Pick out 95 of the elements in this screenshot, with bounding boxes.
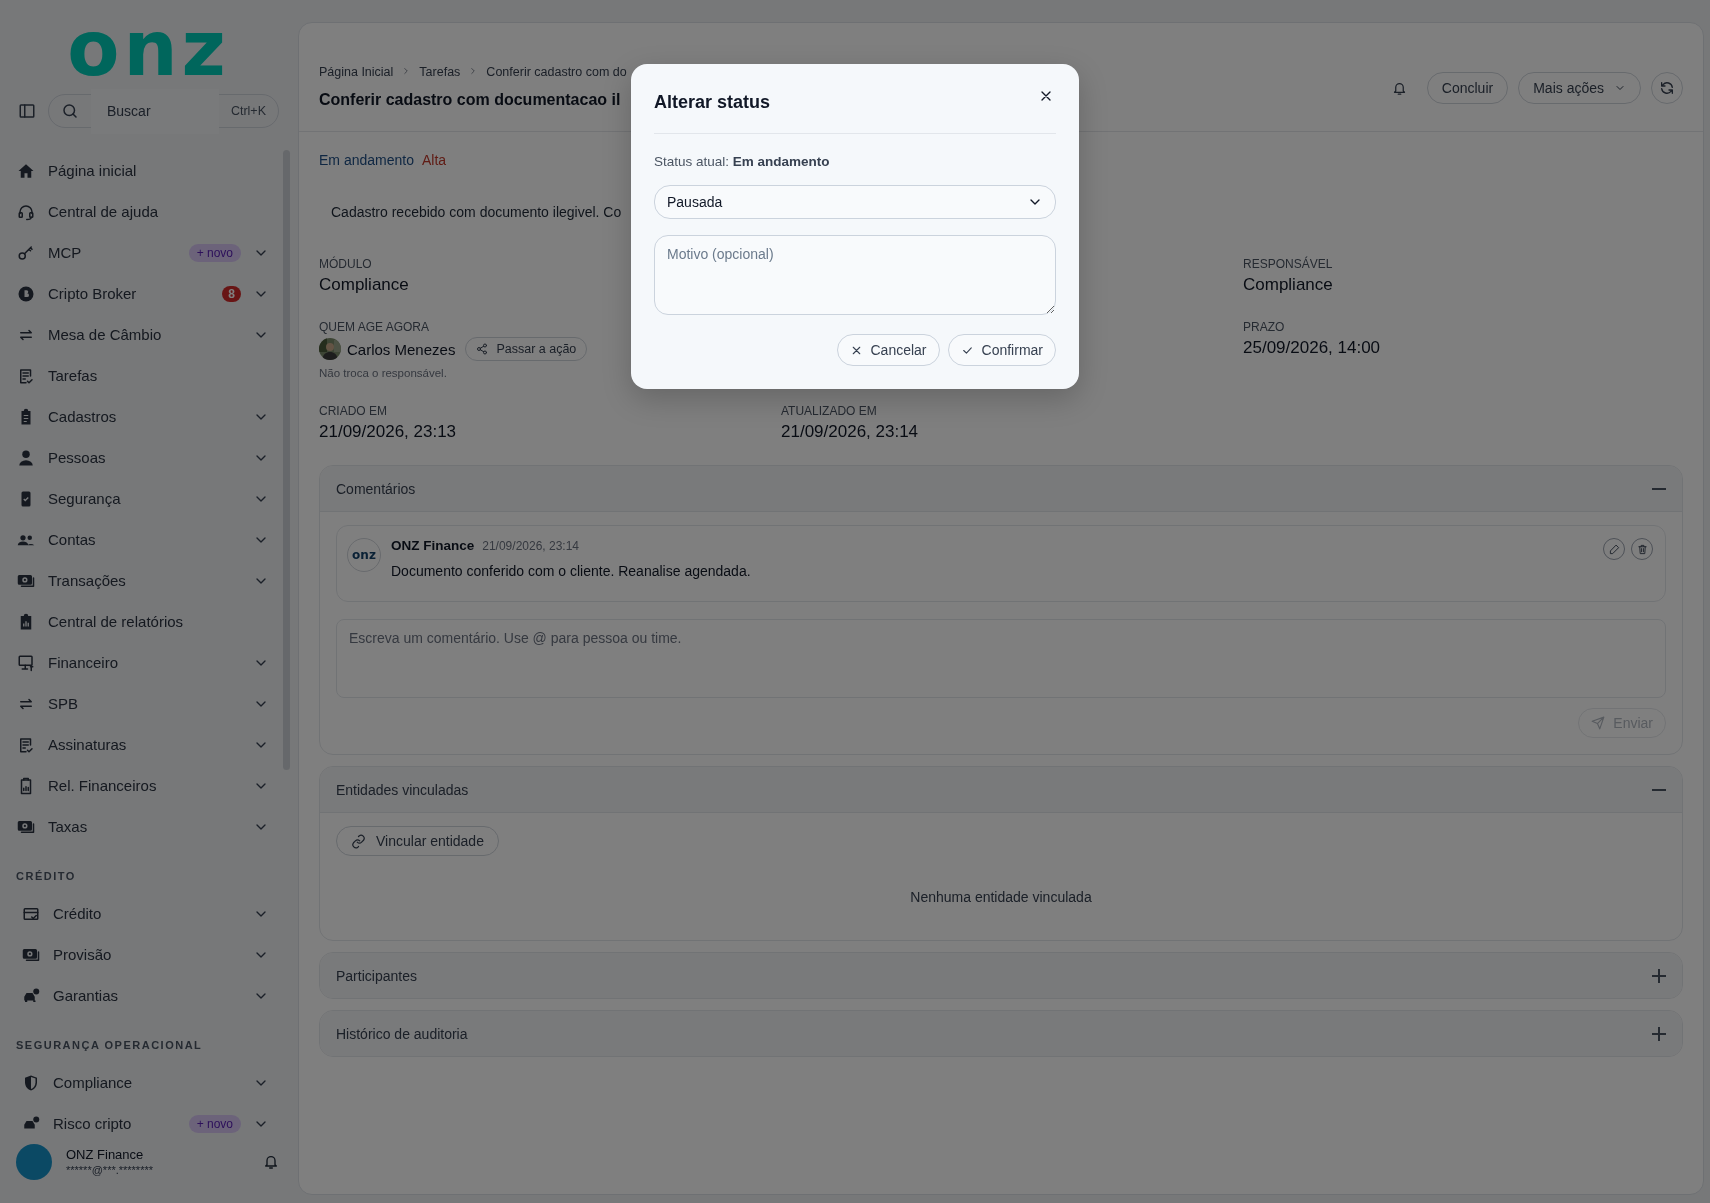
- field-value: 25/09/2026, 14:00: [1243, 338, 1381, 358]
- nav-item[interactable]: Transações: [0, 560, 279, 601]
- status-select[interactable]: Pausada: [654, 185, 1056, 219]
- field-value: Compliance: [319, 275, 409, 295]
- task-description: Cadastro recebido com documento ilegivel. Co: [331, 204, 622, 220]
- key-icon: [17, 243, 35, 262]
- nav-item[interactable]: Assinaturas: [0, 724, 279, 765]
- pass-action-button[interactable]: Passar a ação: [465, 337, 588, 361]
- user-avatar: [16, 1143, 52, 1180]
- panel-header[interactable]: Entidades vinculadas: [320, 767, 1682, 812]
- field-label: RESPONSÁVEL: [1243, 257, 1333, 271]
- refresh-button[interactable]: [1651, 72, 1683, 104]
- comment-author: ONZ Finance: [391, 538, 475, 553]
- breadcrumb-link[interactable]: Página Inicial: [319, 65, 394, 79]
- priority-label: Alta: [421, 152, 447, 168]
- field-label: QUEM AGE AGORA: [319, 320, 430, 334]
- field-label: CRIADO EM: [319, 404, 387, 418]
- nav-item[interactable]: Cadastros: [0, 396, 279, 437]
- search-icon: [61, 102, 79, 120]
- comment-text: Documento conferido com o cliente. Reanalise agendada.: [391, 563, 752, 579]
- panel-header[interactable]: Participantes: [320, 953, 1682, 998]
- edit-button[interactable]: [1603, 538, 1625, 560]
- panel-header[interactable]: Histórico de auditoria: [320, 1011, 1682, 1056]
- nav-item[interactable]: Compliance: [0, 1062, 279, 1103]
- person-name: Carlos Menezes: [347, 340, 456, 358]
- bell-icon: [263, 1153, 279, 1170]
- field-value: 21/09/2026, 23:13: [319, 422, 457, 442]
- empty-message: Nenhuma entidade vinculada: [910, 889, 1092, 905]
- page-title: Conferir cadastro com documentacao il: [319, 91, 621, 109]
- person-icon: [17, 448, 35, 467]
- more-actions-button[interactable]: Mais ações: [1518, 72, 1641, 104]
- count-badge: 8: [222, 285, 241, 302]
- nav-item[interactable]: Taxas: [0, 806, 279, 847]
- breadcrumb-link[interactable]: Tarefas: [419, 65, 461, 79]
- section-heading: SEGURANÇA OPERACIONAL: [16, 1038, 204, 1053]
- comment-field[interactable]: Escreva um comentário. Use @ para pessoa ou time.: [336, 619, 1666, 698]
- field-note: Não troca o responsável.: [319, 367, 447, 379]
- minus-icon: [1652, 487, 1666, 490]
- confirm-button[interactable]: Confirmar: [947, 334, 1056, 366]
- current-status: Status atual: Em andamento: [654, 154, 831, 169]
- nav-item[interactable]: Mesa de Câmbio: [0, 314, 279, 355]
- new-badge: + novo: [188, 243, 241, 262]
- trash-icon: [1636, 543, 1648, 555]
- status-label: Em andamento: [319, 152, 414, 168]
- nav-item[interactable]: Risco cripto + novo: [0, 1103, 279, 1142]
- field-value: Compliance: [1243, 275, 1333, 295]
- nav-item[interactable]: Rel. Financeiros: [0, 765, 279, 806]
- link-icon: [351, 833, 366, 849]
- coin-icon: [17, 284, 35, 303]
- nav-item[interactable]: Central de relatórios: [0, 601, 279, 642]
- field-label: PRAZO: [1243, 320, 1285, 334]
- user-name: ONZ Finance: [66, 1147, 145, 1162]
- nav-item[interactable]: Contas: [0, 519, 279, 560]
- refresh-icon: [1659, 80, 1675, 96]
- nav-item[interactable]: MCP + novo: [0, 232, 279, 273]
- monitor-icon: [17, 653, 35, 672]
- reason-field[interactable]: Motivo (opcional): [654, 235, 1056, 315]
- dialog-title: Alterar status: [654, 91, 772, 113]
- minus-icon: [1652, 788, 1666, 791]
- nav-item[interactable]: Segurança: [0, 478, 279, 519]
- nav-item[interactable]: Central de ajuda: [0, 191, 279, 232]
- bell-icon: [1391, 80, 1407, 96]
- share-icon: [476, 343, 489, 355]
- logo: onz: [67, 22, 230, 76]
- field-label: ATUALIZADO EM: [781, 404, 877, 418]
- field-label: MÓDULO: [319, 257, 372, 271]
- sidebar-toggle-icon: [18, 102, 36, 120]
- comment-time: 21/09/2026, 23:14: [482, 539, 580, 553]
- field-value: 21/09/2026, 23:14: [781, 422, 919, 442]
- headset-icon: [17, 202, 35, 221]
- nav-item[interactable]: Pessoas: [0, 437, 279, 478]
- new-badge: + novo: [188, 1114, 241, 1133]
- link-entity-button[interactable]: Vincular entidade: [336, 826, 499, 856]
- plus-icon: [1652, 968, 1666, 983]
- nav-item[interactable]: Cripto Broker 8: [0, 273, 279, 314]
- checklist-icon: [17, 735, 35, 754]
- pencil-icon: [1608, 543, 1620, 555]
- nav-item[interactable]: Provisão: [0, 934, 279, 975]
- checklist-icon: [17, 366, 35, 385]
- delete-button[interactable]: [1631, 538, 1653, 560]
- shield-icon: [22, 1073, 40, 1092]
- section-heading: CRÉDITO: [16, 869, 77, 884]
- send-icon: [1591, 716, 1606, 730]
- nav-item[interactable]: Garantias: [0, 975, 279, 1016]
- nav-item[interactable]: Crédito: [0, 893, 279, 934]
- breadcrumb-link[interactable]: Conferir cadastro com do: [486, 65, 627, 79]
- cancel-button[interactable]: Cancelar: [836, 334, 940, 366]
- nav-item[interactable]: Tarefas: [0, 355, 279, 396]
- nav-item[interactable]: Financeiro: [0, 642, 279, 683]
- user-email: ******@***.********: [66, 1164, 154, 1176]
- panel-header[interactable]: Comentários: [320, 466, 1682, 511]
- plus-icon: [1652, 1026, 1666, 1041]
- nav-item[interactable]: SPB: [0, 683, 279, 724]
- nav-item[interactable]: Página inicial: [0, 150, 279, 191]
- complete-button[interactable]: Concluir: [1426, 72, 1509, 104]
